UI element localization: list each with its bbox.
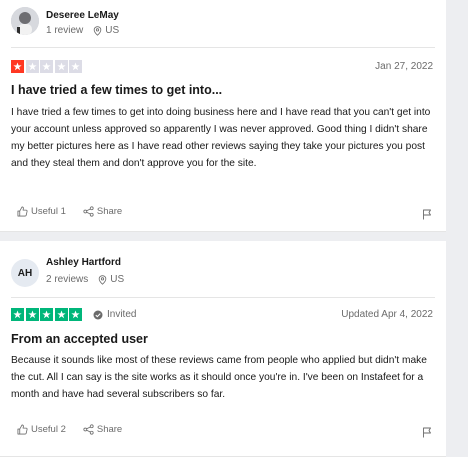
location: US xyxy=(98,274,124,285)
location: US xyxy=(93,25,119,36)
review-date: Updated Apr 4, 2022 xyxy=(341,309,433,320)
reviewer-meta: 1 review US xyxy=(46,25,119,36)
review-body: Because it sounds like most of these rev… xyxy=(11,355,427,400)
review-date: Jan 27, 2022 xyxy=(375,61,433,72)
avatar[interactable] xyxy=(11,7,39,35)
location-pin-icon xyxy=(98,274,107,285)
review-actions: Useful 2 Share xyxy=(17,424,139,435)
review-actions: Useful 1 Share xyxy=(17,206,139,217)
invited-badge: Invited xyxy=(93,309,136,320)
useful-label: Useful 1 xyxy=(31,206,66,217)
star-icon xyxy=(69,60,82,73)
useful-button[interactable]: Useful 2 xyxy=(17,424,66,435)
divider xyxy=(11,297,435,298)
flag-icon[interactable] xyxy=(422,425,432,443)
star-rating xyxy=(11,308,84,321)
star-icon xyxy=(11,308,24,321)
reviewer-name[interactable]: Deseree LeMay xyxy=(46,10,119,21)
share-button[interactable]: Share xyxy=(83,206,122,217)
thumbs-up-icon xyxy=(17,424,28,435)
location-label: US xyxy=(110,274,125,285)
share-button[interactable]: Share xyxy=(83,424,122,435)
invited-label: Invited xyxy=(107,309,137,320)
share-icon xyxy=(83,424,94,435)
thumbs-up-icon xyxy=(17,206,28,217)
star-icon xyxy=(40,60,53,73)
star-icon xyxy=(11,60,24,73)
star-icon xyxy=(40,308,53,321)
useful-button[interactable]: Useful 1 xyxy=(17,206,66,217)
reviewer-name[interactable]: Ashley Hartford xyxy=(46,257,121,268)
star-icon xyxy=(54,60,68,73)
star-rating xyxy=(11,60,84,73)
useful-label: Useful 2 xyxy=(31,424,66,435)
star-icon xyxy=(54,308,68,321)
flag-icon[interactable] xyxy=(422,207,432,225)
avatar[interactable]: AH xyxy=(11,259,39,287)
review-card: AH Ashley Hartford 2 reviews US Invited … xyxy=(0,241,446,457)
review-body: I have tried a few times to get into doi… xyxy=(11,107,431,169)
star-icon xyxy=(25,60,39,73)
review-title[interactable]: I have tried a few times to get into... xyxy=(11,83,222,97)
location-pin-icon xyxy=(93,25,102,36)
location-label: US xyxy=(105,25,120,36)
star-icon xyxy=(69,308,82,321)
divider xyxy=(11,47,435,48)
review-card: Deseree LeMay 1 review US Jan 27, 2022 I… xyxy=(0,0,446,232)
check-circle-icon xyxy=(93,310,103,319)
review-count: 1 review xyxy=(46,25,84,36)
reviewer-meta: 2 reviews US xyxy=(46,274,124,285)
share-label: Share xyxy=(96,424,123,435)
share-icon xyxy=(83,206,94,217)
review-title[interactable]: From an accepted user xyxy=(11,332,148,346)
star-icon xyxy=(25,308,39,321)
share-label: Share xyxy=(96,206,123,217)
review-count: 2 reviews xyxy=(46,274,89,285)
